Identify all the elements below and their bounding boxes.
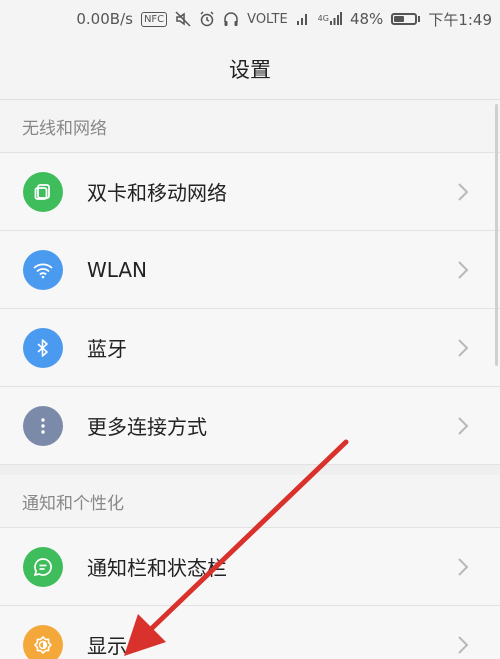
section-header-notifications: 通知和个性化 (0, 475, 500, 527)
dual-sim-icon (23, 171, 63, 212)
scrollbar[interactable] (495, 104, 498, 366)
section-header-wireless: 无线和网络 (0, 100, 500, 152)
settings-item-dual-sim[interactable]: 双卡和移动网络 (0, 152, 500, 230)
section-divider (0, 464, 500, 475)
chevron-right-icon (458, 260, 469, 279)
battery-icon (391, 13, 421, 25)
chevron-right-icon (458, 635, 469, 654)
nfc-icon: NFC (140, 11, 168, 27)
settings-item-more-connections[interactable]: 更多连接方式 (0, 386, 500, 464)
brightness-icon (23, 624, 63, 659)
volte-label: VOLTE (247, 11, 288, 27)
network-speed: 0.00B/s (76, 10, 133, 28)
settings-item-display[interactable]: 显示 (0, 605, 500, 659)
chevron-right-icon (458, 338, 469, 357)
message-bubble-icon (23, 546, 63, 587)
settings-item-label: WLAN (87, 257, 148, 282)
signal-4g-icon: 4G (318, 12, 342, 26)
bluetooth-icon (23, 327, 63, 368)
settings-item-label: 蓝牙 (87, 337, 127, 361)
wifi-icon (23, 249, 63, 290)
settings-item-wlan[interactable]: WLAN (0, 230, 500, 308)
settings-item-label: 更多连接方式 (87, 415, 207, 439)
alarm-icon (199, 11, 215, 27)
clock: 下午1:49 (428, 10, 492, 29)
settings-item-label: 双卡和移动网络 (87, 181, 227, 205)
page-title: 设置 (0, 38, 500, 100)
headphones-icon (223, 11, 239, 27)
settings-item-label: 显示 (87, 634, 127, 658)
settings-item-label: 通知栏和状态栏 (87, 556, 227, 580)
status-bar: 0.00B/s NFC VOLTE 4G 48% 下午1:49 (0, 0, 500, 38)
settings-item-bluetooth[interactable]: 蓝牙 (0, 308, 500, 386)
chevron-right-icon (458, 416, 469, 435)
chevron-right-icon (458, 182, 469, 201)
signal-icon (296, 12, 310, 26)
signal-4g-label: 4G (317, 14, 329, 23)
settings-list[interactable]: 无线和网络 双卡和移动网络 WLAN 蓝牙 更多连接方式 通知和个性化 通知栏和… (0, 100, 500, 659)
more-dots-icon (23, 405, 63, 446)
chevron-right-icon (458, 557, 469, 576)
settings-item-notification-bar[interactable]: 通知栏和状态栏 (0, 527, 500, 605)
mute-icon (175, 11, 191, 27)
battery-percent: 48% (349, 10, 384, 28)
